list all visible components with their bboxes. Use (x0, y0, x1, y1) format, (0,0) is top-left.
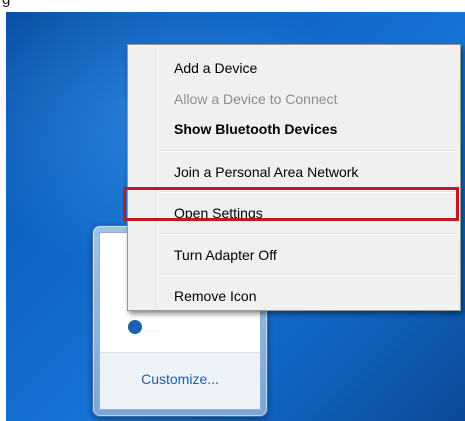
menu-separator (160, 233, 456, 235)
menu-item-label: Remove Icon (174, 288, 257, 304)
menu-separator (160, 274, 456, 276)
menu-item-allow-device: Allow a Device to Connect (130, 86, 458, 114)
tray-partial-text: … (146, 321, 158, 335)
menu-item-show-bluetooth-devices[interactable]: Show Bluetooth Devices (130, 116, 458, 144)
bluetooth-context-menu: Add a Device Allow a Device to Connect S… (127, 44, 461, 311)
menu-item-label: Add a Device (174, 60, 258, 76)
menu-item-add-device[interactable]: Add a Device (130, 55, 458, 83)
menu-item-remove-icon[interactable]: Remove Icon (130, 283, 458, 311)
menu-item-join-pan[interactable]: Join a Personal Area Network (130, 159, 458, 187)
flyout-footer: Customize... (100, 352, 260, 409)
menu-item-turn-adapter-off[interactable]: Turn Adapter Off (130, 242, 458, 270)
customize-link[interactable]: Customize... (100, 371, 260, 387)
menu-item-label: Show Bluetooth Devices (174, 121, 338, 137)
menu-item-label: Join a Personal Area Network (174, 164, 359, 180)
menu-item-label: Allow a Device to Connect (174, 91, 338, 107)
caption-text: g (2, 0, 10, 8)
menu-separator (160, 150, 456, 152)
screenshot-caption: g (0, 0, 465, 12)
bluetooth-tray-icon[interactable] (128, 320, 142, 334)
open-settings-highlight-box (123, 187, 459, 221)
menu-item-label: Turn Adapter Off (174, 247, 277, 263)
